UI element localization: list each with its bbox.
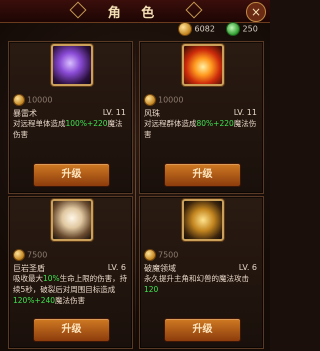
- upgrade-button[interactable]: 升级: [164, 318, 241, 342]
- gem-resource: 250: [226, 22, 258, 38]
- magic-field-icon[interactable]: [182, 199, 224, 241]
- gold-coin-icon: [178, 22, 192, 36]
- skill-cost: 10000: [144, 94, 183, 106]
- rock-shield-icon[interactable]: [51, 199, 93, 241]
- grid-divider: [135, 41, 136, 347]
- coin-icon: [13, 94, 25, 106]
- upgrade-button[interactable]: 升级: [33, 163, 110, 187]
- fire-icon[interactable]: [182, 44, 224, 86]
- skill-level: LV. 6: [238, 263, 257, 272]
- skill-card-fire: 10000 风珠 LV. 11 对远程群体造成80%+220魔法伤害 升级: [139, 41, 264, 194]
- skill-level: LV. 11: [233, 108, 257, 117]
- coin-icon: [13, 249, 25, 261]
- skill-cost: 7500: [13, 249, 47, 261]
- skill-description: 永久提升主角和幻兽的魔法攻击120: [144, 274, 249, 294]
- gold-amount: 6082: [194, 24, 215, 34]
- gem-icon: [226, 22, 240, 36]
- skill-card-magic: 7500 破魔领域 LV. 6 永久提升主角和幻兽的魔法攻击120 升级: [139, 196, 264, 349]
- skill-level: LV. 11: [102, 108, 126, 117]
- skill-card-thunder: 10000 暴雷术 LV. 11 对远程单体造成100%+220魔法伤害 升级: [8, 41, 133, 194]
- gold-resource: 6082: [178, 22, 215, 38]
- skills-window: 角 色 × 6082 250 10000 暴雷术 LV. 11 对远程单体造成1…: [0, 0, 270, 351]
- skill-description: 对远程群体造成80%+220魔法伤害: [144, 119, 257, 139]
- skill-description: 对远程单体造成100%+220魔法伤害: [13, 119, 123, 139]
- close-button[interactable]: ×: [246, 2, 266, 22]
- skill-grid: 10000 暴雷术 LV. 11 对远程单体造成100%+220魔法伤害 升级 …: [8, 41, 264, 349]
- coin-icon: [144, 94, 156, 106]
- upgrade-button[interactable]: 升级: [164, 163, 241, 187]
- thunder-icon[interactable]: [51, 44, 93, 86]
- upgrade-button[interactable]: 升级: [33, 318, 110, 342]
- skill-cost: 7500: [144, 249, 178, 261]
- skill-level: LV. 6: [107, 263, 126, 272]
- skill-cost: 10000: [13, 94, 52, 106]
- skill-description: 吸收最大10%生命上限的伤害，持续5秒，破裂后对周围目标造成120%+240魔法…: [13, 274, 128, 305]
- coin-icon: [144, 249, 156, 261]
- gem-amount: 250: [242, 24, 258, 34]
- window-title: 角 色: [107, 6, 163, 21]
- title-bar: 角 色 ×: [0, 0, 270, 23]
- skill-card-rock: 7500 巨岩圣盾 LV. 6 吸收最大10%生命上限的伤害，持续5秒，破裂后对…: [8, 196, 133, 349]
